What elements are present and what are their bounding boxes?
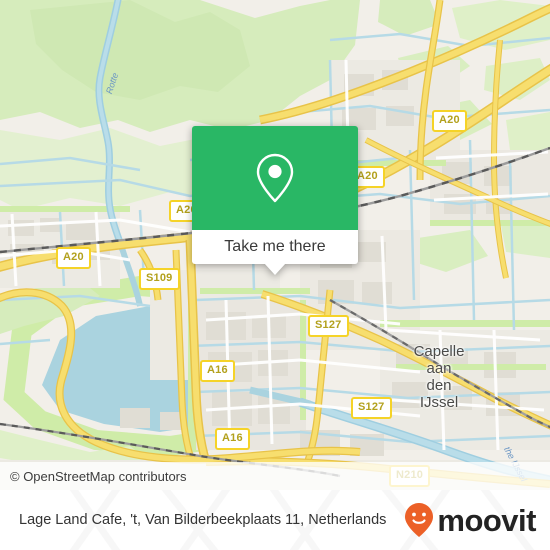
- take-me-there-button[interactable]: Take me there: [192, 230, 358, 264]
- shield-a20-left: A20: [56, 247, 91, 269]
- footer-bar: Lage Land Cafe, 't, Van Bilderbeekplaats…: [0, 490, 550, 550]
- location-address-text: Lage Land Cafe, 't, Van Bilderbeekplaats…: [19, 511, 387, 528]
- moovit-logo[interactable]: moovit: [404, 502, 536, 538]
- shield-s127-upper: S127: [308, 315, 349, 337]
- moovit-wordmark: moovit: [437, 502, 536, 538]
- osm-attribution-text[interactable]: © OpenStreetMap contributors: [10, 469, 187, 484]
- map-pin-icon: [256, 153, 294, 203]
- take-me-there-label: Take me there: [224, 238, 326, 255]
- shield-a20-right-top: A20: [432, 110, 467, 132]
- destination-popup[interactable]: Take me there: [192, 126, 358, 275]
- popup-header: [192, 126, 358, 230]
- place-label-capelle-aan-den-ijssel: Capelle aan den IJssel: [413, 343, 465, 411]
- shield-s109: S109: [139, 268, 180, 290]
- map-page: A20 A20 A20 A20 S109 S127 A16 S127 A16 N…: [0, 0, 550, 550]
- shield-a16-lower: A16: [215, 428, 250, 450]
- popup-pointer: [264, 263, 286, 275]
- map-canvas[interactable]: A20 A20 A20 A20 S109 S127 A16 S127 A16 N…: [0, 0, 550, 490]
- shield-s127-lower: S127: [351, 397, 392, 419]
- map-attribution-bar: © OpenStreetMap contributors: [0, 462, 550, 490]
- shield-a16-upper: A16: [200, 360, 235, 382]
- moovit-pin-icon: [405, 503, 434, 537]
